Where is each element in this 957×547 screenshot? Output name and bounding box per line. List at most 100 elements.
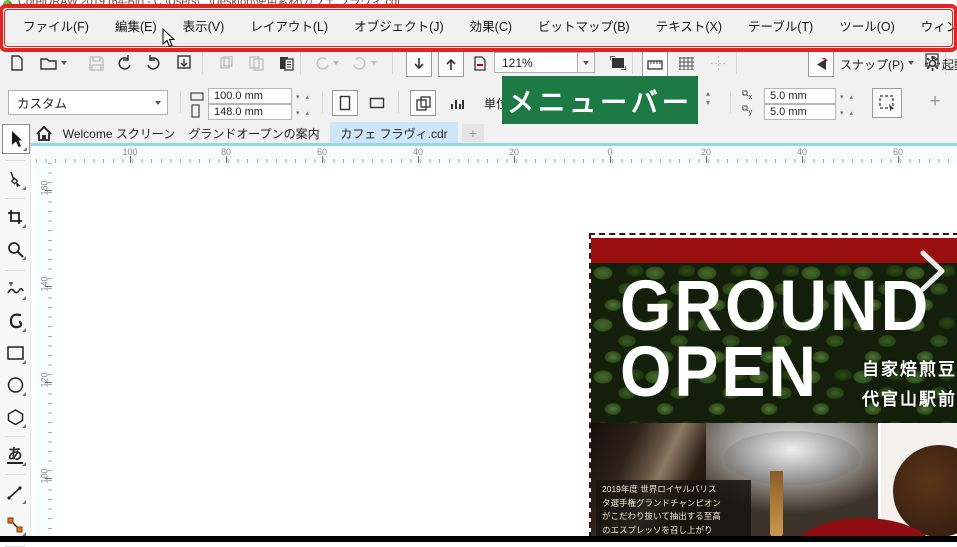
toolbox-separator bbox=[5, 474, 25, 475]
page-size-preset-combo[interactable]: カスタム bbox=[8, 90, 168, 115]
shape-tool[interactable] bbox=[2, 166, 28, 192]
bottom-screen-edge bbox=[0, 536, 957, 542]
menu-window[interactable]: ウィンドウ(W) bbox=[908, 10, 957, 41]
menu-bitmaps[interactable]: ビットマップ(B) bbox=[525, 10, 643, 41]
menu-effects[interactable]: 効果(C) bbox=[457, 10, 525, 41]
menu-edit[interactable]: 編集(E) bbox=[102, 10, 170, 41]
toolbox-separator bbox=[5, 160, 25, 161]
crop-tool[interactable] bbox=[2, 204, 28, 230]
next-page-chevron-icon[interactable] bbox=[919, 249, 947, 293]
title-bar: CorelDRAW 2019 (64-Bit) - C:\Users\...\D… bbox=[0, 0, 957, 8]
vruler-label: 100 bbox=[40, 468, 50, 483]
text-tool[interactable]: あ bbox=[2, 442, 28, 468]
property-bar: カスタム 100.0 mm ▾ ▴ 148.0 mm ▾ ▴ 単位: ▴▾ ⧉x… bbox=[0, 85, 957, 123]
dimension-tool[interactable] bbox=[2, 480, 28, 506]
snap-label[interactable]: スナップ(P) bbox=[840, 56, 904, 73]
flyer-caption-box: 2019年度 世界ロイヤルバリス タ選手権グランドチャンピオン がこだわり抜いて… bbox=[596, 480, 751, 538]
menu-file[interactable]: ファイル(F) bbox=[10, 10, 102, 41]
vruler-label: 140 bbox=[40, 276, 50, 291]
all-pages-settings-button[interactable] bbox=[444, 90, 470, 116]
propbar-add-button[interactable]: + bbox=[922, 89, 948, 115]
publish-pdf-icon[interactable] bbox=[468, 51, 492, 75]
open-icon[interactable] bbox=[36, 51, 60, 75]
artistic-media-tool[interactable] bbox=[2, 308, 28, 334]
show-guidelines-icon[interactable] bbox=[706, 51, 730, 75]
horizontal-ruler[interactable]: 100 80 60 40 20 0 20 40 60 bbox=[36, 146, 957, 164]
window-title: CorelDRAW 2019 (64-Bit) - C:\Users\...\D… bbox=[18, 0, 401, 8]
text-tool-glyph: あ bbox=[7, 447, 22, 464]
save-icon[interactable] bbox=[84, 51, 108, 75]
mouse-cursor bbox=[162, 28, 176, 48]
tab-grand-open-guide[interactable]: グランドオープンの案内 bbox=[186, 122, 322, 144]
connector-tool[interactable] bbox=[2, 512, 28, 538]
page-height-spinner[interactable]: ▾ ▴ bbox=[296, 109, 311, 117]
toolbox-separator bbox=[5, 198, 25, 199]
launch-icon[interactable] bbox=[925, 53, 940, 73]
zoom-tool[interactable] bbox=[2, 236, 28, 262]
page-width-value: 100.0 mm bbox=[214, 90, 263, 102]
show-rulers-icon[interactable] bbox=[642, 51, 668, 77]
units-spinner[interactable]: ▴▾ bbox=[706, 89, 710, 107]
portrait-orientation-button[interactable] bbox=[332, 90, 358, 116]
duplicate-y-spinner[interactable]: ▾ ▴ bbox=[840, 109, 855, 117]
pick-tool[interactable] bbox=[2, 124, 30, 154]
copy-icon[interactable] bbox=[244, 51, 268, 75]
zoom-level-caret[interactable] bbox=[578, 52, 595, 73]
print-icon[interactable] bbox=[172, 51, 196, 75]
snap-to-icon[interactable] bbox=[808, 51, 834, 77]
menu-text[interactable]: テキスト(X) bbox=[643, 10, 735, 41]
ellipse-tool[interactable] bbox=[2, 372, 28, 398]
menu-layout[interactable]: レイアウト(L) bbox=[237, 10, 341, 41]
caption-line: のエスプレッソを召し上がり bbox=[602, 524, 745, 538]
menu-view[interactable]: 表示(V) bbox=[170, 10, 238, 41]
undo-history-caret[interactable] bbox=[330, 51, 342, 75]
menu-table[interactable]: テーブル(T) bbox=[735, 10, 826, 41]
propbar-separator bbox=[730, 91, 731, 113]
flyer-document[interactable]: GROUND OPEN 自家焙煎豆 代官山駅前に 2019年度 世界ロイヤルバリ… bbox=[589, 233, 957, 538]
toolbar-separator bbox=[736, 52, 737, 74]
redo-history-caret[interactable] bbox=[368, 51, 380, 75]
treat-as-filled-button[interactable] bbox=[872, 88, 902, 118]
redo-icon[interactable] bbox=[142, 51, 166, 75]
open-dropdown-caret[interactable] bbox=[58, 51, 70, 75]
show-grid-icon[interactable] bbox=[674, 51, 698, 75]
home-icon[interactable] bbox=[34, 122, 54, 144]
tab-welcome-screen[interactable]: Welcome スクリーン bbox=[60, 122, 178, 144]
document-tab-bar: Welcome スクリーン グランドオープンの案内 カフェ フラヴィ.cdr + bbox=[30, 122, 957, 146]
freehand-tool[interactable] bbox=[2, 276, 28, 302]
menu-object[interactable]: オブジェクト(J) bbox=[341, 10, 457, 41]
paste-icon[interactable] bbox=[274, 51, 298, 75]
menu-tools[interactable]: ツール(O) bbox=[826, 10, 908, 41]
cut-icon[interactable] bbox=[214, 51, 238, 75]
duplicate-distance-x-field[interactable]: 5.0 mm bbox=[764, 88, 836, 104]
import-icon[interactable] bbox=[406, 51, 432, 77]
vertical-ruler[interactable]: 160 140 120 100 bbox=[36, 163, 53, 536]
landscape-orientation-button[interactable] bbox=[364, 90, 390, 116]
launch-label[interactable]: 起動 bbox=[942, 56, 957, 73]
current-page-settings-button[interactable] bbox=[410, 90, 436, 116]
fullscreen-preview-icon[interactable] bbox=[606, 51, 630, 75]
duplicate-distance-y-field[interactable]: 5.0 mm bbox=[764, 104, 836, 120]
zoom-level-value: 121% bbox=[502, 56, 533, 70]
page-width-field[interactable]: 100.0 mm bbox=[208, 88, 292, 104]
toolbox: あ bbox=[0, 122, 31, 536]
duplicate-x-spinner[interactable]: ▾ ▴ bbox=[840, 93, 855, 101]
zoom-level-combo[interactable]: 121% bbox=[494, 52, 578, 73]
tab-cafe-flavi-active[interactable]: カフェ フラヴィ.cdr bbox=[330, 122, 458, 144]
toolbox-separator bbox=[5, 270, 25, 271]
polygon-tool[interactable] bbox=[2, 404, 28, 430]
page-height-value: 148.0 mm bbox=[214, 106, 263, 118]
menu-bar-annotation-badge: メニューバー bbox=[502, 76, 698, 124]
toolbar-separator bbox=[202, 52, 203, 74]
page-width-spinner[interactable]: ▾ ▴ bbox=[296, 93, 311, 101]
flyer-headline-line2: OPEN bbox=[620, 339, 819, 405]
undo-icon[interactable] bbox=[112, 51, 136, 75]
standard-toolbar: 121% スナップ(P) bbox=[0, 44, 957, 86]
drawing-canvas[interactable]: GROUND OPEN 自家焙煎豆 代官山駅前に 2019年度 世界ロイヤルバリ… bbox=[52, 163, 957, 536]
snap-caret[interactable] bbox=[905, 51, 917, 75]
new-document-icon[interactable] bbox=[4, 51, 28, 75]
new-tab-button[interactable]: + bbox=[462, 124, 484, 142]
page-height-field[interactable]: 148.0 mm bbox=[208, 104, 292, 120]
export-icon[interactable] bbox=[438, 51, 464, 77]
rectangle-tool[interactable] bbox=[2, 340, 28, 366]
